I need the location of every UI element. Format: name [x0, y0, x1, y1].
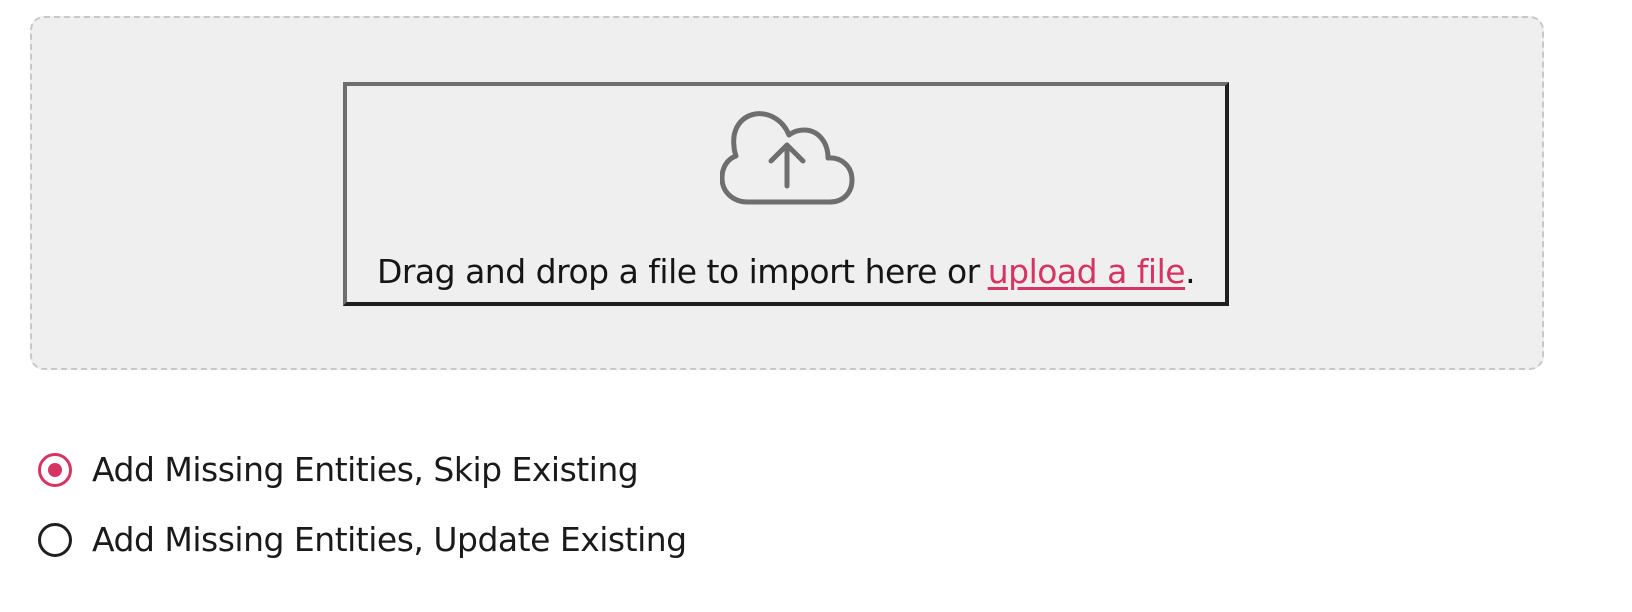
dropzone-instructions: Drag and drop a file to import here or up…: [347, 252, 1225, 292]
dropzone-text: Drag and drop a file to import here or: [376, 252, 980, 291]
radio-option-skip-existing[interactable]: Add Missing Entities, Skip Existing: [38, 448, 687, 492]
radio-label: Add Missing Entities, Skip Existing: [92, 450, 639, 489]
drop-target-box[interactable]: Drag and drop a file to import here or up…: [343, 82, 1229, 306]
radio-dot: [48, 463, 62, 477]
radio-label: Add Missing Entities, Update Existing: [92, 520, 687, 559]
import-mode-radio-group: Add Missing Entities, Skip Existing Add …: [38, 448, 687, 588]
radio-button-checked[interactable]: [38, 453, 72, 487]
cloud-upload-icon: [720, 111, 855, 205]
dropzone-text-end: .: [1185, 252, 1196, 291]
radio-option-update-existing[interactable]: Add Missing Entities, Update Existing: [38, 518, 687, 562]
upload-file-link[interactable]: upload a file: [988, 252, 1186, 291]
radio-button-unchecked[interactable]: [38, 523, 72, 557]
